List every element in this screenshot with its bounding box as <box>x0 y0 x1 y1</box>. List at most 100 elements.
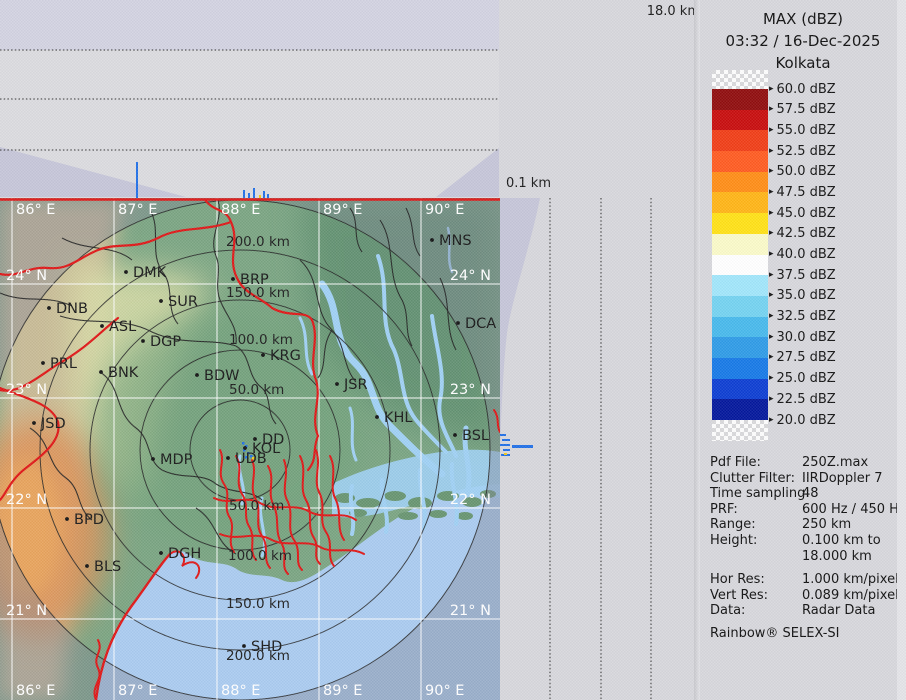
info-label: PRF: <box>710 502 802 518</box>
colorbar-tick: ▸20.0 dBZ <box>769 412 836 428</box>
tick-value: 47.5 dBZ <box>777 185 836 200</box>
station-dot-JSD <box>32 421 36 425</box>
colorbar-tick: ▸45.0 dBZ <box>769 205 836 221</box>
info-value: 0.100 km to <box>802 533 881 549</box>
tick-value: 40.0 dBZ <box>777 247 836 262</box>
colorbar-band <box>712 130 768 151</box>
station-label-DNB: DNB <box>56 301 88 317</box>
station-label-DMK: DMK <box>133 265 167 281</box>
tick-value: 22.5 dBZ <box>777 392 836 407</box>
info-row: Height:0.100 km to <box>710 533 904 549</box>
info-value: IIRDoppler 7 <box>802 471 883 487</box>
tick-arrow-icon: ▸ <box>769 374 774 383</box>
station-dot-BLS <box>85 564 89 568</box>
station-dot-BSL <box>453 433 457 437</box>
colorbar-band <box>712 89 768 110</box>
colorbar-tick: ▸35.0 dBZ <box>769 288 836 304</box>
geo-label: 88° E <box>221 202 260 218</box>
beam-wedge-east <box>436 148 499 197</box>
tick-arrow-icon: ▸ <box>769 312 774 321</box>
geo-label: 86° E <box>16 202 55 218</box>
station-label-SUR: SUR <box>168 294 198 310</box>
colorbar-band <box>712 151 768 172</box>
colorbar-tick: ▸25.0 dBZ <box>769 371 836 387</box>
info-row: Vert Res:0.089 km/pixel <box>710 588 904 604</box>
product-name: MAX (dBZ) <box>700 8 906 30</box>
station-label-DGP: DGP <box>150 334 181 350</box>
geo-label: 24° N <box>6 268 47 284</box>
colorbar-band <box>712 317 768 338</box>
product-datetime: 03:32 / 16-Dec-2025 <box>700 30 906 52</box>
station-dot-DCA <box>456 321 460 325</box>
info-value: 0.089 km/pixel <box>802 588 899 604</box>
geo-label: 90° E <box>425 202 464 218</box>
colorbar-band <box>712 275 768 296</box>
height-axis-max-label: 18.0 km <box>640 4 700 19</box>
station-dot-SHD <box>242 644 246 648</box>
echo-mark <box>512 445 533 448</box>
ring-distance-label: 150.0 km <box>226 596 290 612</box>
colorbar-tick: ▸22.5 dBZ <box>769 391 836 407</box>
tick-arrow-icon: ▸ <box>769 395 774 404</box>
echo-pixel <box>242 442 245 445</box>
geo-label: 21° N <box>450 603 491 619</box>
station-dot-SUR <box>159 299 163 303</box>
station-dot-KHL <box>375 415 379 419</box>
info-label: Hor Res: <box>710 572 802 588</box>
station-dot-UDB <box>226 456 230 460</box>
beam-wedge-west <box>0 147 186 197</box>
geo-label: 86° E <box>16 683 55 699</box>
side-view-echoes-right <box>500 434 533 456</box>
colorbar-tick: ▸55.0 dBZ <box>769 122 836 138</box>
tick-arrow-icon: ▸ <box>769 126 774 135</box>
geo-label: 87° E <box>118 683 157 699</box>
geo-label: 89° E <box>323 683 362 699</box>
ring-distance-label: 100.0 km <box>229 332 293 348</box>
tick-arrow-icon: ▸ <box>769 188 774 197</box>
info-row: Hor Res:1.000 km/pixel <box>710 572 904 588</box>
beam-wedge-south <box>500 198 540 453</box>
colorbar-band <box>712 234 768 255</box>
colorbar-tick: ▸50.0 dBZ <box>769 164 836 180</box>
tick-value: 37.5 dBZ <box>777 268 836 283</box>
station-dot-BNK <box>99 370 103 374</box>
colorbar-tick: ▸27.5 dBZ <box>769 350 836 366</box>
colorbar-tick: ▸52.5 dBZ <box>769 143 836 159</box>
geo-label: 88° E <box>221 683 260 699</box>
station-dot-KOL <box>243 446 247 450</box>
colorbar-tick: ▸47.5 dBZ <box>769 184 836 200</box>
station-dot-BDW <box>195 373 199 377</box>
colorbar-band <box>712 255 768 276</box>
colorbar-tick: ▸30.0 dBZ <box>769 329 836 345</box>
product-info-block: Pdf File:250Z.maxClutter Filter:IIRDoppl… <box>710 455 904 642</box>
colorbar-band <box>712 172 768 193</box>
info-value: 250 km <box>802 517 851 533</box>
colorbar-band <box>712 296 768 317</box>
tick-arrow-icon: ▸ <box>769 353 774 362</box>
ring-distance-label: 50.0 km <box>229 382 284 398</box>
info-value: 18.000 km <box>802 549 872 565</box>
echo-mark <box>243 190 245 198</box>
station-label-BDW: BDW <box>204 368 239 384</box>
station-label-BNK: BNK <box>108 365 139 381</box>
station-dot-DNB <box>47 306 51 310</box>
height-gridlines <box>550 198 651 700</box>
station-label-JSR: JSR <box>343 377 368 393</box>
info-label: Clutter Filter: <box>710 471 802 487</box>
radar-application-window: 18.0 km 0.1 km <box>0 0 906 700</box>
radar-map: 200.0 km150.0 km100.0 km50.0 km50.0 km10… <box>0 198 500 700</box>
echo-mark <box>263 191 265 198</box>
station-dot-DGH <box>159 551 163 555</box>
tick-arrow-icon: ▸ <box>769 85 774 94</box>
station-label-MNS: MNS <box>439 233 472 249</box>
tick-arrow-icon: ▸ <box>769 416 774 425</box>
echo-mark <box>500 434 506 436</box>
tick-arrow-icon: ▸ <box>769 147 774 156</box>
geo-label: 24° N <box>450 268 491 284</box>
station-dot-DGP <box>141 339 145 343</box>
colorbar-band <box>712 358 768 379</box>
ring-distance-label: 200.0 km <box>226 234 290 250</box>
software-brand: Rainbow® SELEX-SI <box>710 626 904 642</box>
window-edge <box>897 0 906 700</box>
station-label-BSL: BSL <box>462 428 489 444</box>
